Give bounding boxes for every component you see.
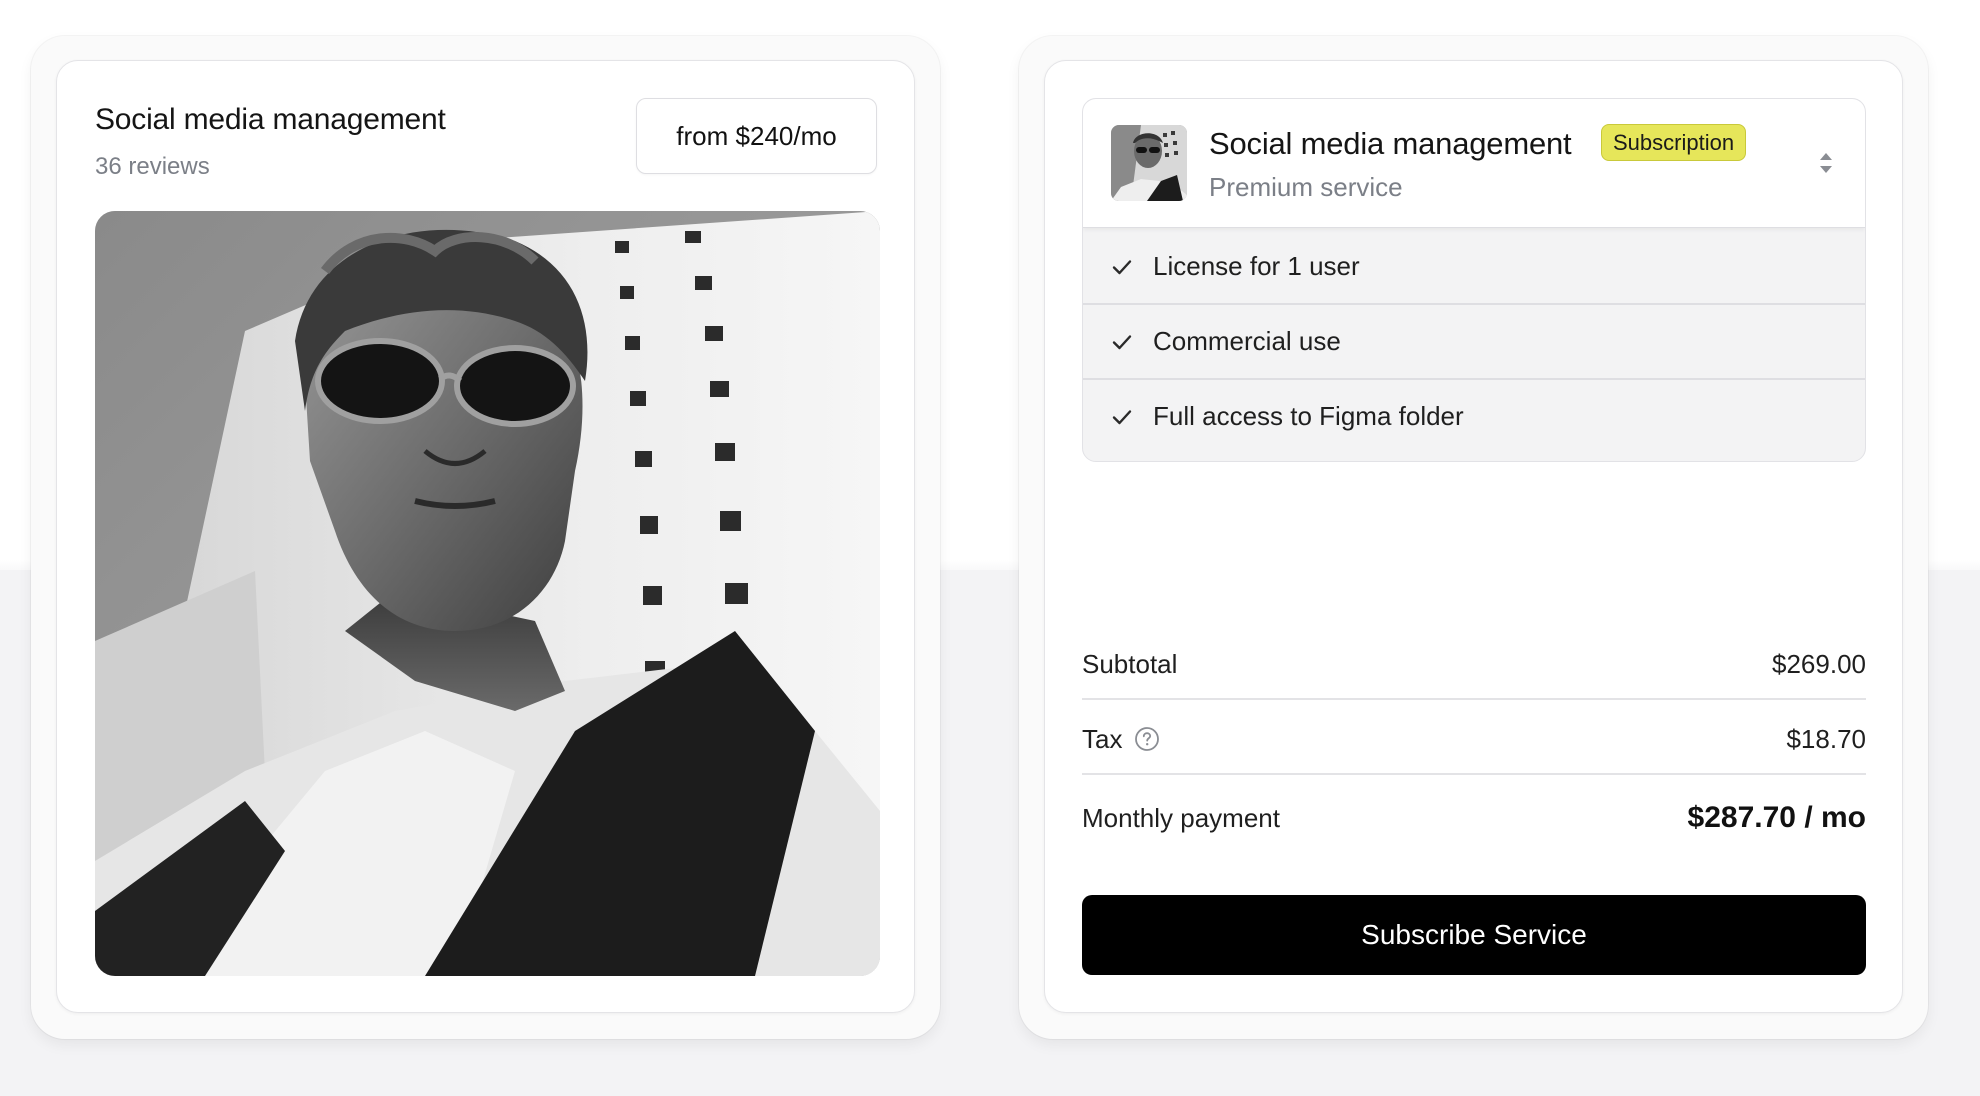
feature-item: Full access to Figma folder: [1083, 379, 1865, 454]
check-icon: [1112, 409, 1132, 424]
product-subtitle: Premium service: [1209, 172, 1403, 202]
review-count[interactable]: 36 reviews: [95, 153, 210, 181]
divider: [1082, 698, 1866, 700]
check-icon: [1112, 334, 1132, 349]
subtotal-value: $269.00: [1772, 648, 1866, 679]
subscription-badge: Subscription: [1601, 124, 1747, 161]
chevron-up-down-icon[interactable]: [1816, 149, 1836, 177]
tax-row: Tax $18.70: [1082, 719, 1866, 759]
product-thumbnail: [1111, 125, 1187, 201]
product-selector: Social media management Subscription Pre…: [1082, 98, 1866, 462]
total-label: Monthly payment: [1082, 802, 1280, 833]
price-button[interactable]: from $240/mo: [636, 98, 877, 174]
service-card: Social media management 36 reviews from …: [56, 60, 915, 1013]
service-title: Social media management: [95, 103, 446, 136]
feature-item: Commercial use: [1083, 304, 1865, 379]
product-selector-header[interactable]: Social media management Subscription Pre…: [1083, 99, 1865, 228]
tax-label: Tax: [1082, 723, 1123, 754]
subtotal-label: Subtotal: [1082, 648, 1178, 679]
total-row: Monthly payment $287.70 / mo: [1082, 796, 1866, 840]
feature-label: Commercial use: [1153, 326, 1341, 356]
tax-value: $18.70: [1786, 723, 1866, 754]
divider: [1082, 773, 1866, 775]
product-title: Social media management: [1209, 126, 1572, 161]
checkout-card: Social media management Subscription Pre…: [1044, 60, 1903, 1013]
check-icon: [1112, 259, 1132, 274]
subtotal-row: Subtotal $269.00: [1082, 644, 1866, 684]
feature-label: License for 1 user: [1153, 251, 1360, 281]
question-circle-icon[interactable]: [1134, 726, 1160, 752]
feature-label: Full access to Figma folder: [1153, 401, 1464, 431]
service-photo: [95, 211, 880, 976]
feature-item: License for 1 user: [1083, 229, 1865, 304]
subscribe-button[interactable]: Subscribe Service: [1082, 895, 1866, 975]
total-value: $287.70 / mo: [1687, 801, 1866, 834]
